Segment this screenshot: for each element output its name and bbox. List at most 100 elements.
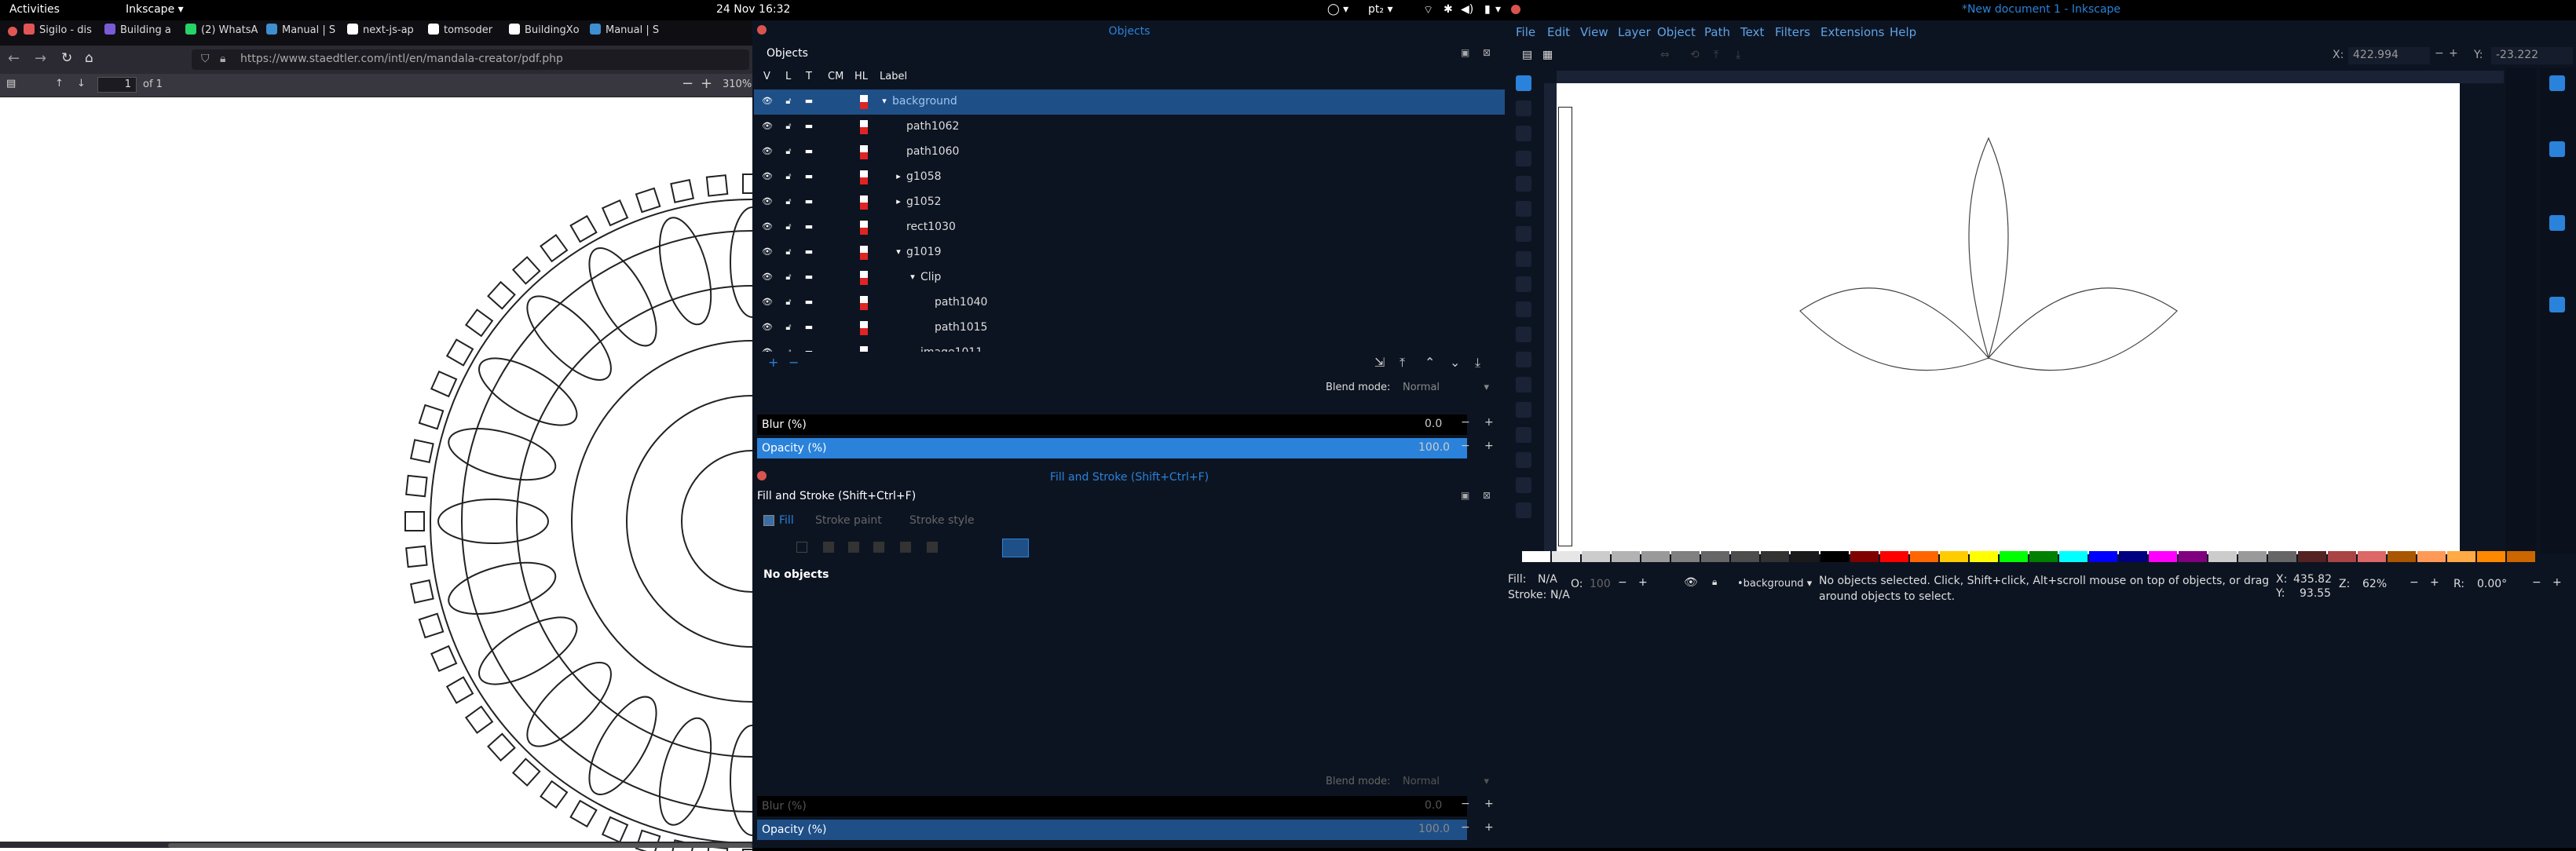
activities-button[interactable]: Activities [9, 3, 60, 16]
object-type-icon[interactable]: ▬ [804, 197, 814, 206]
palette-swatch[interactable] [2149, 551, 2177, 562]
eye-icon[interactable]: 👁︎ [762, 197, 773, 206]
panel-menu-icon[interactable]: ▣ [1461, 47, 1469, 58]
unset-paint-button[interactable] [1002, 539, 1029, 557]
object-type-icon[interactable]: ▬ [804, 323, 814, 332]
palette-swatch[interactable] [2000, 551, 2028, 562]
highlight-color-swatch[interactable] [860, 120, 868, 134]
selector-icon[interactable] [1516, 75, 1531, 91]
back-icon[interactable]: ← [8, 50, 20, 67]
lock-icon[interactable]: 🔓︎ [784, 247, 793, 257]
fill-blur-slider[interactable]: Blur (%) [757, 796, 1467, 816]
blur-decrease-button[interactable]: − [1461, 798, 1470, 810]
fill-opacity-slider[interactable]: Opacity (%) [757, 820, 1467, 840]
object-label[interactable]: rect1030 [906, 221, 956, 233]
lock-icon[interactable]: 🔓︎ [784, 348, 793, 352]
object-label[interactable]: g1019 [906, 246, 942, 258]
palette-swatch[interactable] [2358, 551, 2386, 562]
rotation-decrease-button[interactable]: − [2532, 576, 2541, 589]
spiral-icon[interactable] [1516, 251, 1531, 267]
palette-swatch[interactable] [2477, 551, 2505, 562]
palette-swatch[interactable] [2238, 551, 2267, 562]
object-label[interactable]: Clip [920, 271, 941, 283]
blur-decrease-button[interactable]: − [1461, 416, 1470, 429]
browser-tab[interactable]: Building a [104, 24, 180, 44]
home-icon[interactable]: ⌂ [85, 50, 93, 66]
move-down-icon[interactable]: ⌄ [1450, 355, 1460, 370]
palette-swatch[interactable] [2388, 551, 2416, 562]
select-all-layers-icon[interactable]: ▦ [1542, 49, 1553, 61]
object-type-icon[interactable]: ▬ [804, 247, 814, 257]
palette-swatch[interactable] [1641, 551, 1670, 562]
panel-close-icon[interactable]: ⊠ [1483, 47, 1491, 58]
browser-tab[interactable]: Manual | S [266, 24, 342, 44]
object-label[interactable]: path1015 [935, 321, 987, 334]
opacity-increase-button[interactable]: + [1484, 440, 1494, 452]
eye-icon[interactable]: 👁︎ [762, 172, 773, 181]
blur-increase-button[interactable]: + [1484, 798, 1494, 810]
status-circle-icon[interactable]: ◯ ▾ [1327, 3, 1348, 16]
object-row[interactable]: 👁︎ 🔓︎ ▬ ▾ background [754, 89, 1505, 115]
rotation-input[interactable]: 0.00° [2477, 578, 2507, 590]
lock-icon[interactable]: 🔓︎ [784, 272, 793, 282]
eye-icon[interactable]: 👁︎ [762, 298, 773, 307]
palette-swatch[interactable] [2059, 551, 2088, 562]
object-row[interactable]: 👁︎ 🔓︎ ▬ ▸ g1052 [754, 190, 1505, 215]
lock-icon[interactable]: 🔓︎ [784, 222, 793, 232]
reload-icon[interactable]: ↻ [61, 50, 72, 66]
palette-swatch[interactable] [1671, 551, 1700, 562]
palette-swatch[interactable] [1940, 551, 1968, 562]
object-type-icon[interactable]: ▬ [804, 97, 814, 106]
raise-icon[interactable]: ⤒ [1714, 49, 1718, 61]
box3d-icon[interactable] [1516, 226, 1531, 242]
x-input[interactable]: 422.994 [2348, 47, 2430, 64]
palette-swatch[interactable] [2447, 551, 2475, 562]
eye-icon[interactable]: 👁︎ [762, 272, 773, 282]
object-type-icon[interactable]: ▬ [804, 222, 814, 232]
paint-bucket-icon[interactable] [1516, 452, 1531, 468]
pencil-icon[interactable] [1516, 276, 1531, 292]
pen-icon[interactable] [1516, 301, 1531, 317]
palette-swatch[interactable] [1910, 551, 1938, 562]
col-highlight[interactable]: HL [854, 71, 868, 82]
palette-swatch[interactable] [2328, 551, 2356, 562]
lock-icon[interactable]: 🔓︎ [784, 197, 793, 206]
x-increase-button[interactable]: + [2449, 47, 2458, 60]
lock-icon[interactable]: 🔓︎ [784, 298, 793, 307]
snap-bbox-button[interactable] [2549, 141, 2565, 157]
drawing-canvas[interactable] [1557, 83, 2460, 554]
palette-swatch[interactable] [1582, 551, 1610, 562]
shield-icon[interactable]: ⛉ [201, 53, 210, 65]
node-editor-icon[interactable] [1516, 100, 1531, 116]
object-row[interactable]: 👁︎ 🔓︎ ▬ rect1030 [754, 215, 1505, 240]
eye-icon[interactable]: 👁︎ [762, 122, 773, 131]
tab-stroke-paint[interactable]: Stroke paint [815, 514, 882, 527]
palette-swatch[interactable] [1791, 551, 1819, 562]
col-type[interactable]: T [806, 71, 812, 82]
expander-icon[interactable]: ▾ [908, 272, 917, 282]
close-window-icon[interactable] [8, 27, 17, 36]
fill-indicator-value[interactable]: N/A [1538, 573, 1557, 586]
flat-color-icon[interactable] [823, 542, 834, 553]
opacity-increase-button[interactable]: + [1638, 576, 1648, 589]
palette-swatch[interactable] [2208, 551, 2237, 562]
vertical-ruler[interactable] [1544, 83, 1557, 554]
text-icon[interactable] [1516, 352, 1531, 367]
menu-extensions[interactable]: Extensions [1820, 25, 1884, 39]
expander-icon[interactable]: ▸ [894, 172, 903, 181]
horizontal-scrollbar[interactable] [0, 842, 752, 848]
highlight-color-swatch[interactable] [860, 170, 868, 184]
browser-tab[interactable]: Manual | S [590, 24, 665, 44]
lock-icon[interactable]: 🔓︎ [784, 172, 793, 181]
browser-tab[interactable]: (2) WhatsA [185, 24, 261, 44]
object-row[interactable]: 👁︎ 🔓︎ ▬ path1015 [754, 316, 1505, 341]
browser-tab[interactable]: tomsoder [428, 24, 503, 44]
linear-gradient-icon[interactable] [848, 542, 859, 553]
move-top-icon[interactable]: ⤒ [1400, 355, 1405, 371]
remove-object-icon[interactable]: − [789, 355, 799, 370]
eye-icon[interactable]: 👁︎ [762, 222, 773, 232]
browser-tab[interactable]: Sigilo - dis [24, 24, 99, 44]
spray-icon[interactable] [1516, 502, 1531, 518]
col-visible[interactable]: V [763, 71, 770, 82]
forward-icon[interactable]: → [35, 50, 46, 67]
